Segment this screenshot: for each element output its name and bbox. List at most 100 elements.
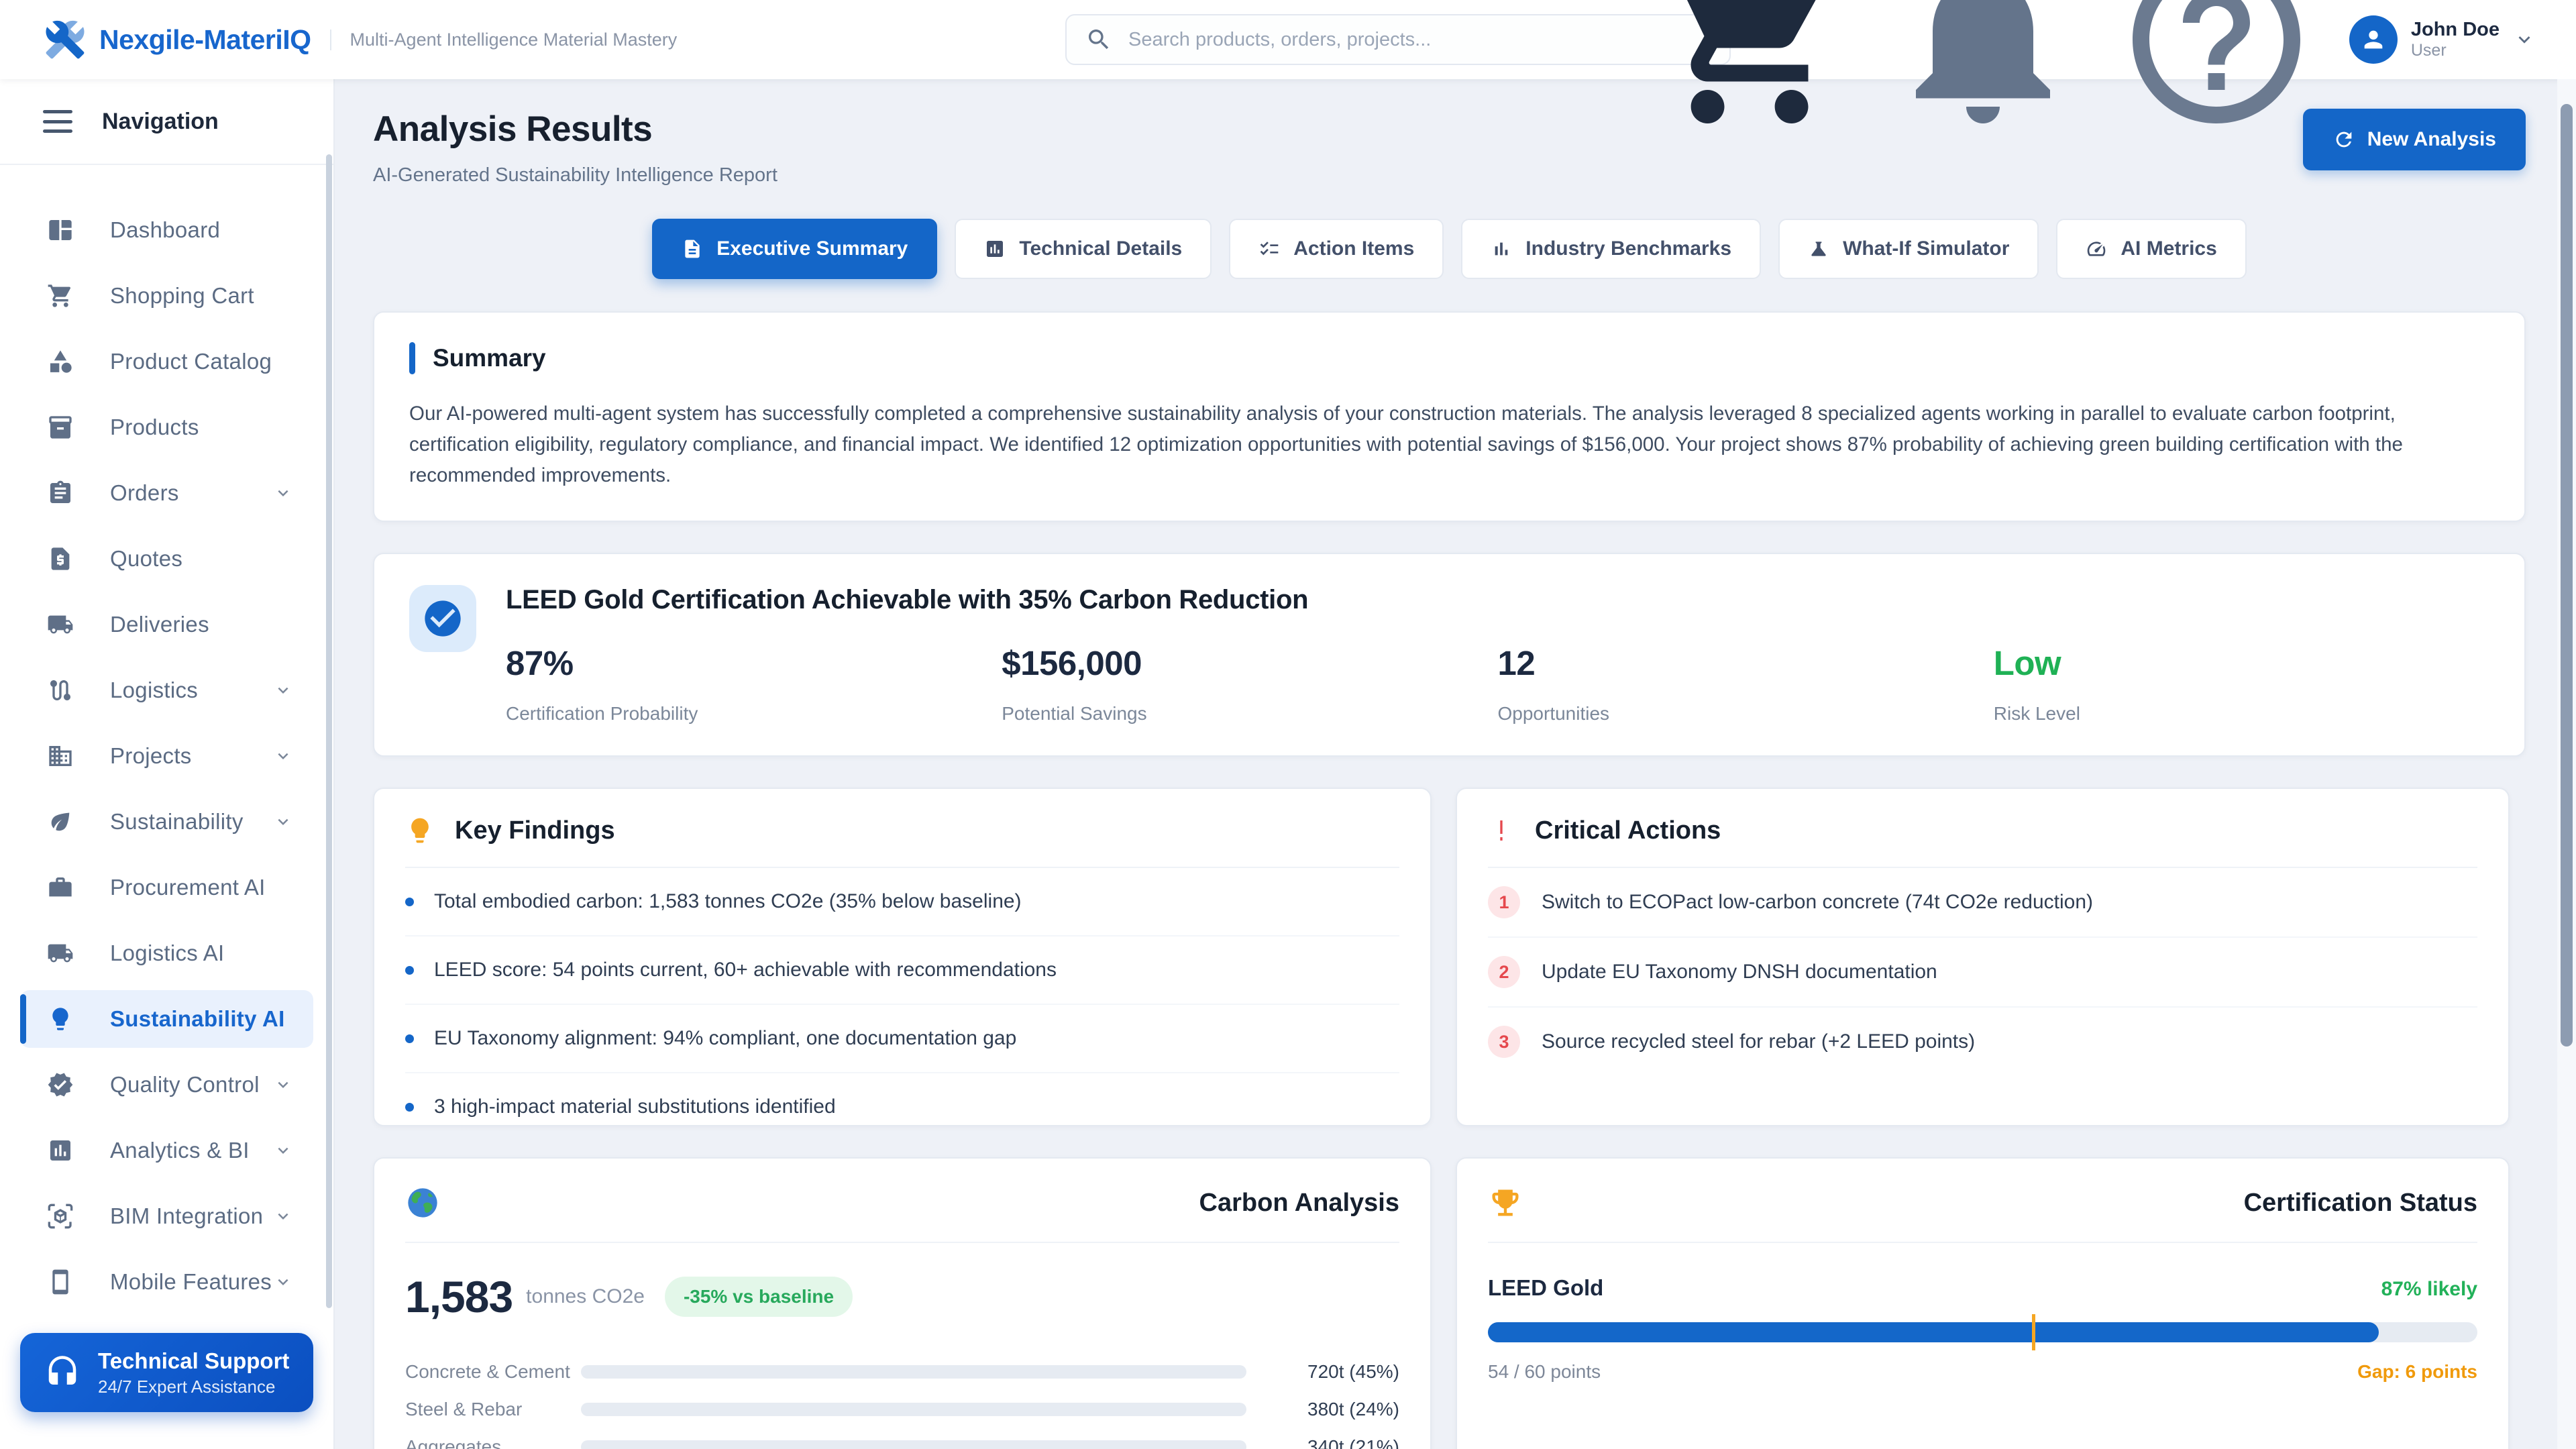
carbon-analysis-title: Carbon Analysis (1199, 1189, 1399, 1218)
summary-title: Summary (433, 344, 546, 372)
critical-actions-title: Critical Actions (1535, 816, 1721, 845)
threshold-marker (2032, 1314, 2035, 1350)
certification-status-card: Certification Status LEED Gold 87% likel… (1456, 1157, 2510, 1449)
tools-logo-icon (44, 19, 86, 60)
bullet-dot (405, 898, 414, 906)
sidebar-item-bim-integration[interactable]: BIM Integration (20, 1187, 313, 1245)
topbar: Nexgile-MateriIQ Multi-Agent Intelligenc… (0, 0, 2576, 79)
stat-certification-probability: 87% Certification Probability (506, 643, 1002, 724)
sidebar-item-sustainability[interactable]: Sustainability (20, 793, 313, 851)
bell-icon (1882, 0, 2084, 140)
user-menu[interactable]: John Doe User (2349, 15, 2536, 64)
sidebar: Navigation Dashboard Shopping Cart Produ… (0, 79, 335, 1449)
finding-row: Total embodied carbon: 1,583 tonnes CO2e… (405, 868, 1399, 936)
bulb-icon (47, 1006, 74, 1032)
dashboard-icon (47, 217, 74, 244)
sidebar-item-sustainability-ai[interactable]: Sustainability AI (20, 990, 313, 1048)
sidebar-scrollbar[interactable] (326, 154, 332, 1308)
cert-progress-bar (1488, 1322, 2477, 1342)
refresh-icon (2332, 128, 2355, 151)
search-icon (1085, 26, 1112, 53)
truck-icon (47, 611, 74, 638)
tab-action-items[interactable]: Action Items (1229, 219, 1444, 279)
sidebar-item-products[interactable]: Products (20, 398, 313, 456)
phone-icon (47, 1269, 74, 1295)
chevron-down-icon[interactable] (2513, 28, 2536, 51)
carbon-unit: tonnes CO2e (526, 1285, 645, 1308)
search-box[interactable] (1065, 14, 1731, 65)
sidebar-item-dashboard[interactable]: Dashboard (20, 201, 313, 259)
help-button[interactable] (2116, 0, 2317, 140)
chevron-down-icon (273, 1272, 293, 1292)
bar-track (581, 1403, 1246, 1416)
box-icon (47, 414, 74, 441)
flask-icon (1808, 238, 1829, 260)
bullet-dot (405, 1034, 414, 1043)
support-title: Technical Support (98, 1348, 289, 1375)
technical-support-card[interactable]: Technical Support 24/7 Expert Assistance (20, 1333, 313, 1412)
action-row: 3 Source recycled steel for rebar (+2 LE… (1488, 1008, 2477, 1076)
exclamation-icon (1488, 816, 1515, 845)
finding-row: EU Taxonomy alignment: 94% compliant, on… (405, 1005, 1399, 1073)
quality-icon (47, 1071, 74, 1098)
checklist-icon (1258, 238, 1280, 260)
key-findings-card: Key Findings Total embodied carbon: 1,58… (373, 788, 1432, 1126)
tab-what-if-simulator[interactable]: What-If Simulator (1778, 219, 2039, 279)
clipboard-icon (47, 480, 74, 506)
bar-track (581, 1365, 1246, 1379)
bullet-dot (405, 966, 414, 975)
cert-progress-fill (1488, 1322, 2379, 1342)
user-role: User (2411, 41, 2500, 60)
sidebar-item-analytics-bi[interactable]: Analytics & BI (20, 1122, 313, 1179)
brand: Nexgile-MateriIQ Multi-Agent Intelligenc… (44, 19, 677, 60)
cart-button[interactable] (1649, 0, 1850, 140)
sidebar-item-logistics-ai[interactable]: Logistics AI (20, 924, 313, 982)
bullet-dot (405, 1103, 414, 1112)
sidebar-item-orders[interactable]: Orders (20, 464, 313, 522)
sidebar-item-quality-control[interactable]: Quality Control (20, 1056, 313, 1114)
tab-technical-details[interactable]: Technical Details (955, 219, 1212, 279)
carbon-bar-row-concrete-cement: Concrete & Cement 720t (45%) (405, 1353, 1399, 1391)
hamburger-icon[interactable] (43, 110, 72, 133)
chevron-down-icon (273, 1140, 293, 1161)
help-icon (2116, 0, 2317, 140)
action-number: 2 (1488, 956, 1520, 988)
sidebar-item-logistics[interactable]: Logistics (20, 661, 313, 719)
user-name: John Doe (2411, 19, 2500, 41)
notifications-button[interactable]: 2 (1882, 0, 2084, 140)
search-input[interactable] (1127, 28, 1711, 52)
summary-card: Summary Our AI-powered multi-agent syste… (373, 311, 2526, 522)
sidebar-item-quotes[interactable]: Quotes (20, 530, 313, 588)
chevron-down-icon (273, 1206, 293, 1226)
chevron-down-icon (273, 812, 293, 832)
trophy-icon (1488, 1185, 1523, 1220)
lightbulb-icon (405, 816, 435, 845)
briefcase-icon (47, 874, 74, 901)
gauge-icon (2086, 238, 2107, 260)
tab-executive-summary[interactable]: Executive Summary (652, 219, 937, 279)
action-row: 2 Update EU Taxonomy DNSH documentation (1488, 938, 2477, 1008)
sidebar-item-shopping-cart[interactable]: Shopping Cart (20, 267, 313, 325)
sidebar-item-projects[interactable]: Projects (20, 727, 313, 785)
sidebar-item-deliveries[interactable]: Deliveries (20, 596, 313, 653)
page-scrollbar-thumb[interactable] (2561, 104, 2573, 1046)
page-scrollbar-track (2557, 79, 2576, 1449)
globe-icon (405, 1185, 440, 1220)
truck-icon (47, 940, 74, 967)
sidebar-title: Navigation (102, 109, 219, 135)
checkcircle-icon (421, 597, 464, 640)
headset-icon (44, 1354, 80, 1391)
sidebar-item-procurement-ai[interactable]: Procurement AI (20, 859, 313, 916)
tab-industry-benchmarks[interactable]: Industry Benchmarks (1461, 219, 1761, 279)
sidebar-item-mobile-features[interactable]: Mobile Features (20, 1253, 313, 1311)
bars-icon (1491, 238, 1512, 260)
category-icon (47, 348, 74, 375)
sidebar-item-product-catalog[interactable]: Product Catalog (20, 333, 313, 390)
building-icon (47, 743, 74, 769)
tab-ai-metrics[interactable]: AI Metrics (2056, 219, 2246, 279)
person-icon (2360, 26, 2387, 53)
leed-banner-card: LEED Gold Certification Achievable with … (373, 553, 2526, 757)
key-findings-title: Key Findings (455, 816, 615, 845)
finding-row: 3 high-impact material substitutions ide… (405, 1073, 1399, 1140)
new-analysis-button[interactable]: New Analysis (2303, 109, 2526, 170)
